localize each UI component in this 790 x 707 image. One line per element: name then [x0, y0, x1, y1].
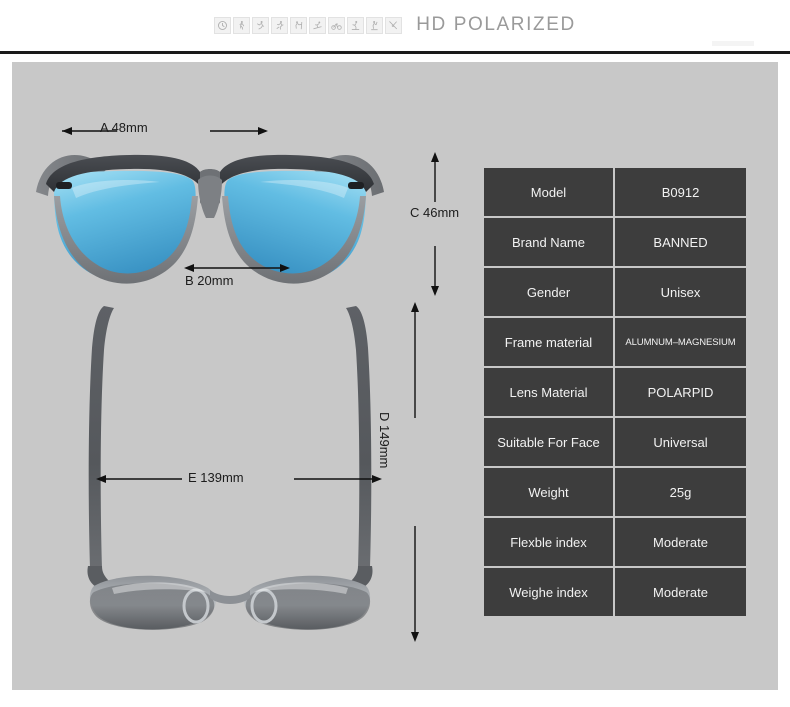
skating-icon — [347, 16, 365, 34]
climbing-icon — [252, 16, 270, 34]
spec-key: Suitable For Face — [484, 418, 613, 466]
dimension-d-label: D 149mm — [377, 412, 392, 469]
spec-value: Moderate — [615, 518, 746, 566]
spec-key: Lens Material — [484, 368, 613, 416]
page-title: HD POLARIZED — [416, 14, 576, 35]
table-row: Weight 25g — [484, 468, 746, 516]
header-divider — [0, 51, 790, 54]
walking-icon — [233, 16, 251, 34]
table-row: Model B0912 — [484, 168, 746, 216]
dimension-e-label: E 139mm — [188, 470, 244, 485]
spec-value: Moderate — [615, 568, 746, 616]
table-row: Frame material ALUMNUM–MAGNESIUM — [484, 318, 746, 366]
dimension-b-label: B 20mm — [185, 273, 234, 288]
spec-key: Frame material — [484, 318, 613, 366]
spec-value: BANNED — [615, 218, 746, 266]
spec-key: Brand Name — [484, 218, 613, 266]
spec-value: Universal — [615, 418, 746, 466]
spec-table-body: Model B0912 Brand Name BANNED Gender Uni… — [484, 168, 746, 616]
table-row: Weighe index Moderate — [484, 568, 746, 616]
spec-key: Flexble index — [484, 518, 613, 566]
clock-icon — [214, 16, 232, 34]
spec-key: Weighe index — [484, 568, 613, 616]
spec-value: 25g — [615, 468, 746, 516]
specification-table: Model B0912 Brand Name BANNED Gender Uni… — [482, 166, 748, 618]
spec-value: B0912 — [615, 168, 746, 216]
cycling-icon — [328, 16, 346, 34]
dimension-c-arrow — [431, 152, 439, 296]
spec-value: POLARPID — [615, 368, 746, 416]
spec-key: Weight — [484, 468, 613, 516]
dimension-c-label: C 46mm — [410, 205, 460, 220]
dimension-a-label: A 48mm — [100, 120, 148, 135]
header-content: HD POLARIZED — [0, 8, 790, 42]
dimension-d-arrow — [411, 302, 419, 642]
table-row: Brand Name BANNED — [484, 218, 746, 266]
skiing-icon — [309, 16, 327, 34]
running-icon — [271, 16, 289, 34]
product-image-area: A 48mm B 20mm C 46mm D 149mm E 139mm — [12, 62, 482, 690]
page-header: HD POLARIZED — [0, 0, 790, 56]
table-row: Suitable For Face Universal — [484, 418, 746, 466]
spec-key: Model — [484, 168, 613, 216]
table-row: Flexble index Moderate — [484, 518, 746, 566]
hiking-icon — [290, 16, 308, 34]
table-row: Lens Material POLARPID — [484, 368, 746, 416]
spec-value: Unisex — [615, 268, 746, 316]
spec-value: ALUMNUM–MAGNESIUM — [615, 318, 746, 366]
product-spec-panel: A 48mm B 20mm C 46mm D 149mm E 139mm Mod… — [12, 62, 778, 690]
sport-icon-strip — [214, 16, 403, 34]
table-row: Gender Unisex — [484, 268, 746, 316]
dimension-a-arrow — [60, 127, 268, 135]
fishing-icon — [385, 16, 403, 34]
spec-key: Gender — [484, 268, 613, 316]
header-placeholder-bar — [712, 41, 754, 46]
golf-icon — [366, 16, 384, 34]
